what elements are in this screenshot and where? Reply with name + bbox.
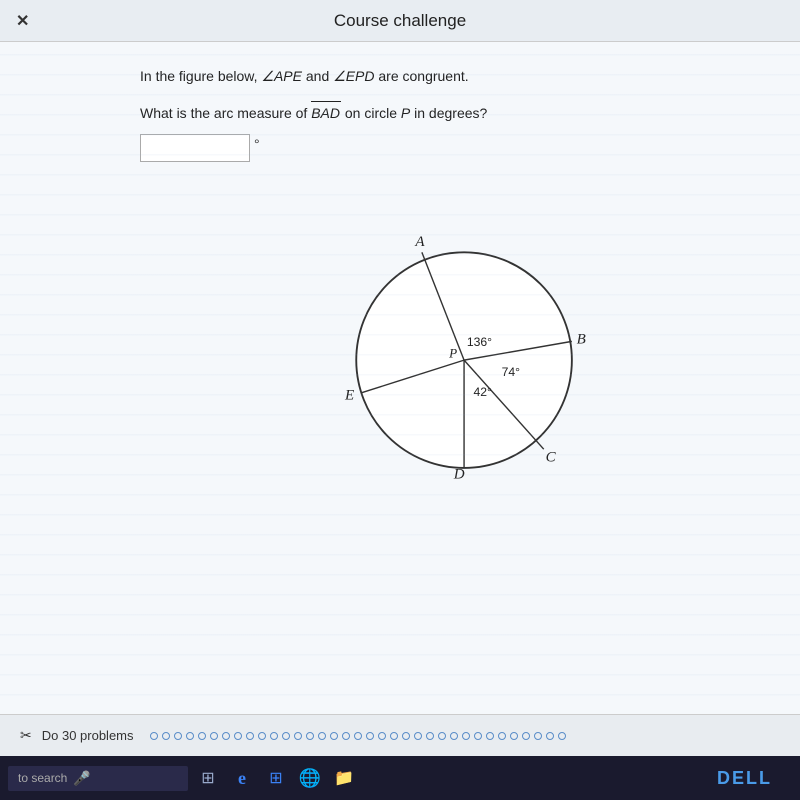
angle-epd: ∠EPD	[333, 68, 374, 84]
progress-dot	[186, 732, 194, 740]
progress-dot	[282, 732, 290, 740]
progress-dot	[462, 732, 470, 740]
progress-dot	[510, 732, 518, 740]
chrome-icon: 🌐	[299, 768, 321, 789]
progress-dot	[522, 732, 530, 740]
angle-74-label: 74°	[502, 365, 521, 379]
close-button[interactable]: ✕	[16, 11, 29, 31]
search-text: to search	[18, 771, 67, 785]
dell-logo: DELL	[717, 768, 772, 789]
title-bar: ✕ Course challenge	[0, 0, 800, 42]
progress-dot	[234, 732, 242, 740]
progress-dot	[450, 732, 458, 740]
answer-row: °	[140, 134, 760, 162]
angle-42-label: 42°	[473, 385, 492, 399]
diagram-container: A B C D E P 136° 74° 42°	[140, 182, 760, 482]
answer-input[interactable]	[140, 134, 250, 162]
progress-dot	[174, 732, 182, 740]
progress-dot	[402, 732, 410, 740]
progress-dot	[438, 732, 446, 740]
point-d-label: D	[453, 466, 465, 482]
progress-dot	[330, 732, 338, 740]
progress-dot	[150, 732, 158, 740]
progress-dot	[414, 732, 422, 740]
main-window: ✕ Course challenge a k p In the figure b…	[0, 0, 800, 756]
progress-dot	[270, 732, 278, 740]
point-e-label: E	[344, 388, 354, 404]
point-c-label: C	[546, 449, 557, 465]
progress-dot	[258, 732, 266, 740]
circle-diagram: A B C D E P 136° 74° 42°	[300, 182, 600, 482]
progress-dot	[534, 732, 542, 740]
progress-dot	[162, 732, 170, 740]
content-area: In the figure below, ∠APE and ∠EPD are c…	[0, 42, 800, 714]
search-area[interactable]: to search 🎤	[8, 766, 188, 791]
progress-dot	[246, 732, 254, 740]
problems-label: Do 30 problems	[42, 728, 134, 743]
progress-dot	[474, 732, 482, 740]
bottom-bar: ✂ Do 30 problems	[0, 714, 800, 756]
scissors-icon: ✂	[20, 727, 32, 744]
edge-icon: e	[238, 768, 246, 789]
store-button[interactable]: ⊞	[262, 764, 290, 792]
progress-dot	[390, 732, 398, 740]
taskview-button[interactable]: ⊞	[194, 764, 222, 792]
question2-text: What is the arc measure of BAD on circle…	[140, 101, 760, 124]
circle-p-label: P	[401, 105, 410, 121]
progress-dot	[222, 732, 230, 740]
progress-dot	[426, 732, 434, 740]
folder-button[interactable]: 📁	[330, 764, 358, 792]
progress-dot	[210, 732, 218, 740]
progress-dot	[342, 732, 350, 740]
progress-dot	[318, 732, 326, 740]
mic-icon[interactable]: 🎤	[73, 770, 90, 787]
progress-dot	[366, 732, 374, 740]
progress-dot	[354, 732, 362, 740]
angle-136-label: 136°	[467, 335, 492, 349]
point-a-label: A	[414, 234, 425, 250]
problems-dots	[150, 732, 566, 740]
progress-dot	[378, 732, 386, 740]
folder-icon: 📁	[334, 768, 354, 788]
angle-ape: ∠APE	[261, 68, 302, 84]
progress-dot	[558, 732, 566, 740]
progress-dot	[198, 732, 206, 740]
progress-dot	[546, 732, 554, 740]
progress-dot	[498, 732, 506, 740]
center-p-label: P	[448, 345, 457, 360]
store-icon: ⊞	[269, 768, 282, 788]
progress-dot	[306, 732, 314, 740]
progress-dot	[294, 732, 302, 740]
chrome-button[interactable]: 🌐	[296, 764, 324, 792]
arc-bad-label: BAD	[311, 101, 341, 124]
question1-text: In the figure below, ∠APE and ∠EPD are c…	[140, 66, 760, 87]
taskbar: to search 🎤 ⊞ e ⊞ 🌐 📁 DELL	[0, 756, 800, 800]
degree-symbol: °	[254, 136, 260, 152]
edge-button[interactable]: e	[228, 764, 256, 792]
progress-dot	[486, 732, 494, 740]
taskview-icon: ⊞	[201, 768, 214, 788]
point-b-label: B	[577, 331, 586, 347]
window-title: Course challenge	[334, 11, 466, 31]
